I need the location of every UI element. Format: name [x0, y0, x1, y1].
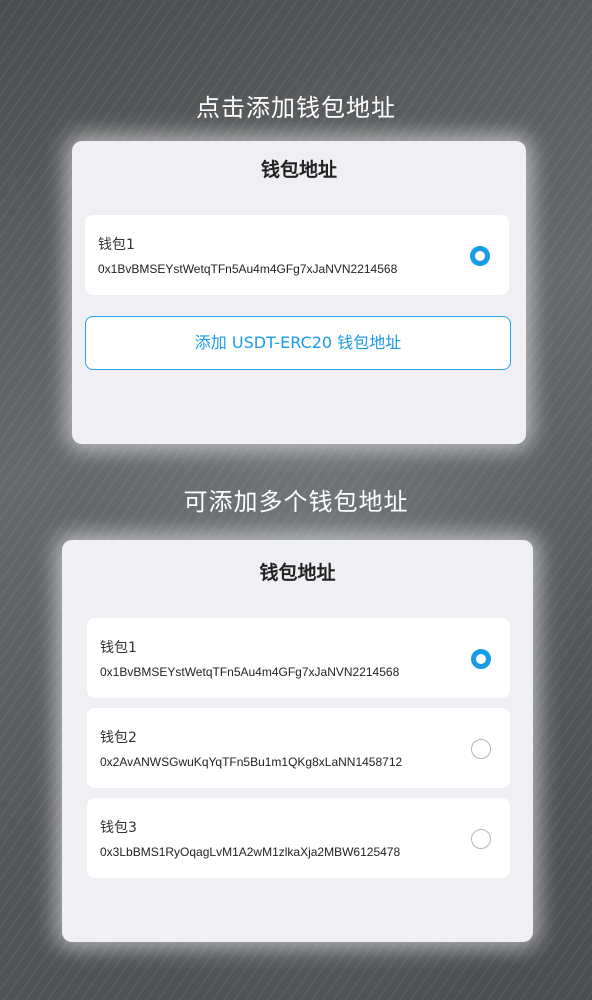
wallet-name: 钱包1 [100, 640, 137, 656]
wallet-name: 钱包2 [100, 730, 137, 746]
wallet-name: 钱包3 [100, 820, 137, 836]
wallet-row-3[interactable]: 钱包3 0x3LbBMS1RyOqagLvM1A2wM1zlkaXja2MBW6… [87, 798, 510, 878]
add-wallet-button[interactable]: 添加 USDT-ERC20 钱包地址 [85, 316, 511, 370]
wallet-row-2[interactable]: 钱包2 0x2AvANWSGwuKqYqTFn5Bu1m1QKg8xLaNN14… [87, 708, 510, 788]
wallet-name: 钱包1 [98, 237, 135, 253]
section1-heading: 点击添加钱包地址 [196, 94, 396, 122]
radio-unselected-icon[interactable] [471, 829, 491, 849]
radio-selected-icon[interactable] [470, 246, 490, 266]
wallet-address: 0x1BvBMSEYstWetqTFn5Au4m4GFg7xJaNVN22145… [98, 262, 398, 276]
wallet-address: 0x3LbBMS1RyOqagLvM1A2wM1zlkaXja2MBW61254… [100, 845, 401, 859]
wallet-address: 0x1BvBMSEYstWetqTFn5Au4m4GFg7xJaNVN22145… [100, 665, 400, 679]
wallet-row-1[interactable]: 钱包1 0x1BvBMSEYstWetqTFn5Au4m4GFg7xJaNVN2… [87, 618, 510, 698]
radio-unselected-icon[interactable] [471, 739, 491, 759]
card-title: 钱包地址 [260, 159, 337, 181]
wallet-card-1: 钱包地址 钱包1 0x1BvBMSEYstWetqTFn5Au4m4GFg7xJ… [72, 141, 526, 444]
wallet-row-1[interactable]: 钱包1 0x1BvBMSEYstWetqTFn5Au4m4GFg7xJaNVN2… [85, 215, 509, 295]
radio-selected-icon[interactable] [471, 649, 491, 669]
section2-heading: 可添加多个钱包地址 [183, 488, 409, 516]
card-title: 钱包地址 [259, 562, 336, 584]
wallet-address: 0x2AvANWSGwuKqYqTFn5Bu1m1QKg8xLaNN145871… [100, 755, 403, 769]
wallet-card-2: 钱包地址 钱包1 0x1BvBMSEYstWetqTFn5Au4m4GFg7xJ… [62, 540, 533, 942]
